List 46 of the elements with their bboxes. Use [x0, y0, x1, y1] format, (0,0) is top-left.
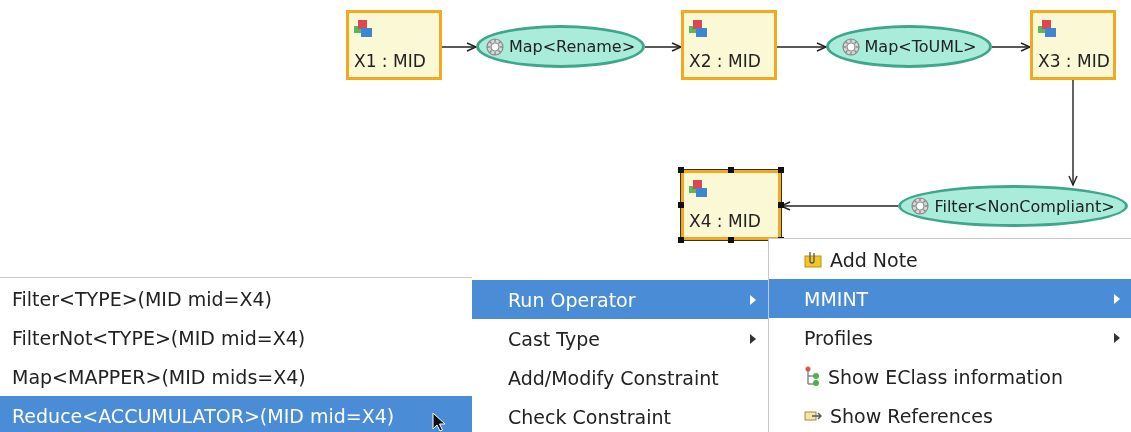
menu-item[interactable]: Show References: [769, 396, 1131, 432]
menu-item[interactable]: Cast Type: [472, 319, 768, 358]
menu-item[interactable]: FilterNot<TYPE>(MID mid=X4): [0, 318, 472, 357]
model-icon: [1038, 20, 1056, 37]
selection-handle[interactable]: [728, 167, 734, 173]
gear-icon: [841, 37, 860, 56]
model-icon: [354, 20, 372, 37]
menu-item[interactable]: Profiles: [769, 318, 1131, 357]
operator-node[interactable]: Map<ToUML>: [826, 25, 992, 68]
node-label: X2 : MID: [689, 51, 762, 71]
gear-icon: [485, 37, 504, 56]
arrow: [441, 42, 477, 52]
selection-handle[interactable]: [778, 202, 784, 208]
arrow-icon: [804, 408, 822, 423]
note-icon: [804, 251, 822, 268]
tree-icon: [804, 366, 820, 387]
menu-item[interactable]: Add Note: [769, 240, 1131, 279]
menu-item[interactable]: Map<MAPPER>(MID mids=X4): [0, 357, 472, 396]
node-label: X4 : MID: [689, 211, 762, 231]
node-label: X3 : MID: [1038, 51, 1109, 71]
arrow: [644, 42, 682, 52]
operator-label: Map<ToUML>: [864, 37, 977, 56]
menu-item[interactable]: Show EClass information: [769, 357, 1131, 396]
gear-icon: [911, 197, 930, 215]
arrow: [776, 42, 827, 52]
selection-handle[interactable]: [778, 167, 784, 173]
selection-handle[interactable]: [678, 237, 684, 243]
model-node[interactable]: X1 : MID: [346, 10, 442, 80]
operator-node[interactable]: Map<Rename>: [476, 25, 645, 68]
selection-handle[interactable]: [678, 167, 684, 173]
model-node[interactable]: X2 : MID: [681, 10, 777, 80]
selection-handle[interactable]: [678, 202, 684, 208]
model-icon: [689, 180, 707, 197]
operator-label: Filter<NonCompliant>: [934, 196, 1115, 216]
model-node[interactable]: X4 : MID: [681, 170, 781, 240]
node-label: X1 : MID: [354, 51, 427, 71]
menu-item[interactable]: Check Constraint: [472, 397, 768, 432]
cursor-icon: [432, 412, 446, 432]
selection-handle[interactable]: [728, 237, 734, 243]
operator-node[interactable]: Filter<NonCompliant>: [898, 185, 1128, 227]
menu-item[interactable]: Add/Modify Constraint: [472, 358, 768, 397]
menu-item[interactable]: Filter<TYPE>(MID mid=X4): [0, 279, 472, 318]
model-icon: [689, 20, 707, 37]
operator-label: Map<Rename>: [508, 37, 636, 56]
model-node[interactable]: X3 : MID: [1030, 10, 1116, 80]
arrow: [991, 42, 1031, 52]
